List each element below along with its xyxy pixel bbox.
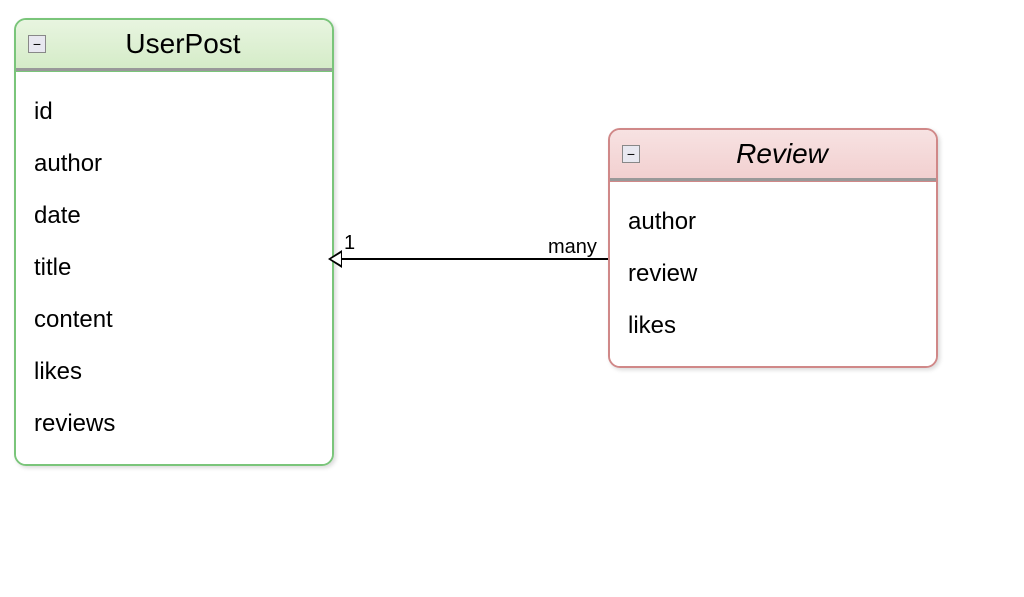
- cardinality-to: 1: [344, 232, 355, 255]
- entity-body-review: author review likes: [610, 181, 936, 366]
- attr-userpost-likes: likes: [34, 346, 314, 398]
- entity-header-review: − Review: [610, 130, 936, 181]
- attr-userpost-reviews: reviews: [34, 398, 314, 450]
- entity-body-userpost: id author date title content likes revie…: [16, 71, 332, 464]
- attr-userpost-title: title: [34, 242, 314, 294]
- collapse-toggle-userpost[interactable]: −: [28, 35, 46, 53]
- attr-review-likes: likes: [628, 300, 918, 352]
- attr-review-author: author: [628, 196, 918, 248]
- entity-userpost: − UserPost id author date title content …: [14, 18, 334, 466]
- entity-review: − Review author review likes: [608, 128, 938, 368]
- cardinality-from: many: [548, 236, 597, 259]
- attr-userpost-id: id: [34, 86, 314, 138]
- attr-review-review: review: [628, 248, 918, 300]
- collapse-toggle-review[interactable]: −: [622, 145, 640, 163]
- attr-userpost-author: author: [34, 138, 314, 190]
- attr-userpost-content: content: [34, 294, 314, 346]
- entity-header-userpost: − UserPost: [16, 20, 332, 71]
- entity-title-review: Review: [670, 138, 924, 170]
- relationship-arrowhead-icon: [328, 250, 342, 268]
- attr-userpost-date: date: [34, 190, 314, 242]
- entity-title-userpost: UserPost: [76, 28, 320, 60]
